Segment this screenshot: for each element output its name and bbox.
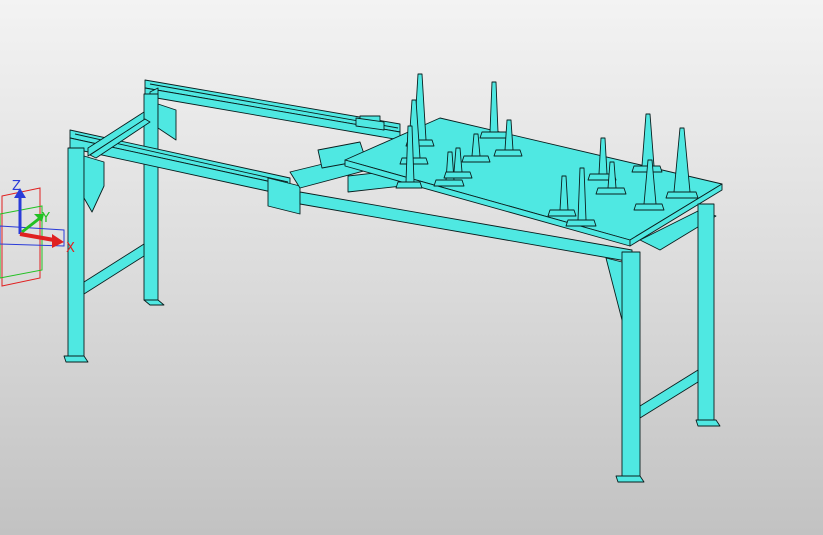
- back-rail: [144, 79, 401, 141]
- 3d-viewport[interactable]: Z Y X: [0, 0, 823, 535]
- right-back-leg: [695, 203, 721, 427]
- axis-triad[interactable]: Z Y X: [0, 179, 75, 287]
- y-axis-arrow: [21, 214, 44, 234]
- model-scene[interactable]: Z Y X: [0, 0, 823, 535]
- z-axis-label: Z: [12, 179, 21, 194]
- right-front-leg: [605, 251, 645, 483]
- left-side-brace: [83, 243, 145, 295]
- right-side-brace: [639, 369, 699, 419]
- back-left-leg: [143, 93, 177, 306]
- y-axis-label: Y: [41, 211, 50, 226]
- x-axis-label: X: [66, 241, 75, 256]
